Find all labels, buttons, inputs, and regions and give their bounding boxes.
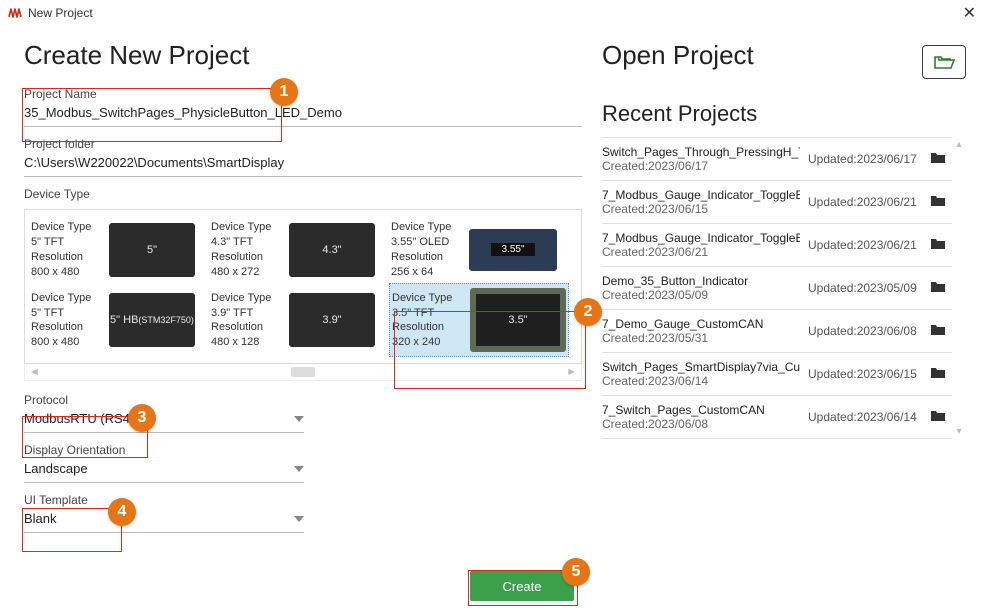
folder-icon[interactable] xyxy=(930,237,950,253)
recent-item-updated: Updated:2023/06/08 xyxy=(808,324,922,338)
orientation-label: Display Orientation xyxy=(24,439,304,459)
recent-item-main: 7_Modbus_Gauge_Indicator_ToggleBuCreated… xyxy=(602,231,800,259)
recent-scrollbar[interactable]: ▴ ▾ xyxy=(952,137,966,439)
titlebar: New Project ✕ xyxy=(0,0,990,26)
recent-item[interactable]: Demo_35_Button_IndicatorCreated:2023/05/… xyxy=(602,266,952,309)
template-dropdown[interactable]: UI Template Blank xyxy=(24,489,304,533)
recent-item-main: 7_Modbus_Gauge_Indicator_ToggleBuCreated… xyxy=(602,188,800,216)
folder-icon[interactable] xyxy=(930,280,950,296)
open-heading: Open Project xyxy=(602,40,754,71)
app-logo-icon xyxy=(8,7,22,19)
recent-item[interactable]: Switch_Pages_SmartDisplay7via_CustoCreat… xyxy=(602,352,952,395)
scroll-down-icon[interactable]: ▾ xyxy=(956,426,961,437)
template-value: Blank xyxy=(24,511,57,526)
device-card-1[interactable]: Device Type4.3" TFTResolution480 x 2724.… xyxy=(209,216,389,283)
create-heading: Create New Project xyxy=(24,40,582,71)
chevron-down-icon xyxy=(294,466,304,472)
device-info: Device Type4.3" TFTResolution480 x 272 xyxy=(211,220,283,279)
device-thumbnail: 4.3" xyxy=(289,223,375,277)
folder-icon[interactable] xyxy=(930,323,950,339)
device-type-grid[interactable]: Device Type5" TFTResolution800 x 4805"De… xyxy=(24,209,582,364)
device-info: Device Type5" TFTResolution800 x 480 xyxy=(31,220,103,279)
chevron-down-icon xyxy=(294,416,304,422)
device-thumbnail: 3.55" xyxy=(469,229,557,271)
device-thumbnail: 3.5" xyxy=(470,288,566,352)
recent-item-updated: Updated:2023/05/09 xyxy=(808,281,922,295)
folder-open-icon xyxy=(933,53,955,71)
device-thumbnail: 3.9" xyxy=(289,293,375,347)
device-info: Device Type3.55" OLEDResolution256 x 64 xyxy=(391,220,463,279)
recent-item[interactable]: 7_Switch_Pages_CustomCANCreated:2023/06/… xyxy=(602,395,952,439)
recent-item-main: Switch_Pages_SmartDisplay7via_CustoCreat… xyxy=(602,360,800,388)
recent-projects-list: Switch_Pages_Through_PressingH_TheCreate… xyxy=(602,137,952,439)
protocol-dropdown[interactable]: Protocol ModbusRTU (RS485) xyxy=(24,389,304,433)
project-folder-field[interactable]: Project folder C:\Users\W220022\Document… xyxy=(24,133,582,177)
device-card-4[interactable]: Device Type3.9" TFTResolution480 x 1283.… xyxy=(209,283,389,357)
project-folder-value[interactable]: C:\Users\W220022\Documents\SmartDisplay xyxy=(24,153,582,177)
device-card-5[interactable]: Device Type3.5" TFTResolution320 x 2403.… xyxy=(389,283,569,357)
folder-icon[interactable] xyxy=(930,194,950,210)
recent-item[interactable]: 7_Demo_Gauge_CustomCANCreated:2023/05/31… xyxy=(602,309,952,352)
recent-item-updated: Updated:2023/06/15 xyxy=(808,367,922,381)
close-icon[interactable]: ✕ xyxy=(957,3,982,23)
protocol-value: ModbusRTU (RS485) xyxy=(24,411,149,426)
orientation-dropdown[interactable]: Display Orientation Landscape xyxy=(24,439,304,483)
project-name-field[interactable]: Project Name 35_Modbus_SwitchPages_Physi… xyxy=(24,83,582,127)
protocol-label: Protocol xyxy=(24,389,304,409)
folder-icon[interactable] xyxy=(930,151,950,167)
device-card-3[interactable]: Device Type5" TFTResolution800 x 4805" H… xyxy=(29,283,209,357)
device-thumbnail: 5" xyxy=(109,223,195,277)
device-scrollbar[interactable]: ◄ ► xyxy=(24,364,582,381)
chevron-down-icon xyxy=(294,516,304,522)
folder-icon[interactable] xyxy=(930,366,950,382)
recent-item-updated: Updated:2023/06/21 xyxy=(808,238,922,252)
recent-item-updated: Updated:2023/06/14 xyxy=(808,410,922,424)
recent-item-main: 7_Demo_Gauge_CustomCANCreated:2023/05/31 xyxy=(602,317,800,345)
device-info: Device Type3.9" TFTResolution480 x 128 xyxy=(211,291,283,350)
recent-item[interactable]: Switch_Pages_Through_PressingH_TheCreate… xyxy=(602,137,952,180)
scroll-left-icon[interactable]: ◄ xyxy=(29,366,40,378)
scroll-right-icon[interactable]: ► xyxy=(566,366,577,378)
recent-heading: Recent Projects xyxy=(602,101,966,127)
device-card-2[interactable]: Device Type3.55" OLEDResolution256 x 643… xyxy=(389,216,569,283)
window-title: New Project xyxy=(28,6,93,20)
project-folder-label: Project folder xyxy=(24,133,582,153)
device-info: Device Type3.5" TFTResolution320 x 240 xyxy=(392,291,464,350)
orientation-value: Landscape xyxy=(24,461,88,476)
device-card-0[interactable]: Device Type5" TFTResolution800 x 4805" xyxy=(29,216,209,283)
recent-item-main: 7_Switch_Pages_CustomCANCreated:2023/06/… xyxy=(602,403,800,431)
device-type-label: Device Type xyxy=(24,183,582,203)
create-button[interactable]: Create xyxy=(470,571,574,601)
device-thumbnail: 5" HB(STM32F750) xyxy=(109,293,195,347)
recent-item[interactable]: 7_Modbus_Gauge_Indicator_ToggleBuCreated… xyxy=(602,223,952,266)
folder-icon[interactable] xyxy=(930,409,950,425)
recent-item-main: Demo_35_Button_IndicatorCreated:2023/05/… xyxy=(602,274,800,302)
recent-item[interactable]: 7_Modbus_Gauge_Indicator_ToggleBuCreated… xyxy=(602,180,952,223)
recent-item-updated: Updated:2023/06/17 xyxy=(808,152,922,166)
scroll-up-icon[interactable]: ▴ xyxy=(956,139,961,150)
scroll-thumb[interactable] xyxy=(291,367,315,377)
open-folder-button[interactable] xyxy=(922,45,966,79)
project-name-label: Project Name xyxy=(24,83,582,103)
recent-item-updated: Updated:2023/06/21 xyxy=(808,195,922,209)
recent-item-main: Switch_Pages_Through_PressingH_TheCreate… xyxy=(602,145,800,173)
device-info: Device Type5" TFTResolution800 x 480 xyxy=(31,291,103,350)
template-label: UI Template xyxy=(24,489,304,509)
project-name-value[interactable]: 35_Modbus_SwitchPages_PhysicleButton_LED… xyxy=(24,103,582,127)
